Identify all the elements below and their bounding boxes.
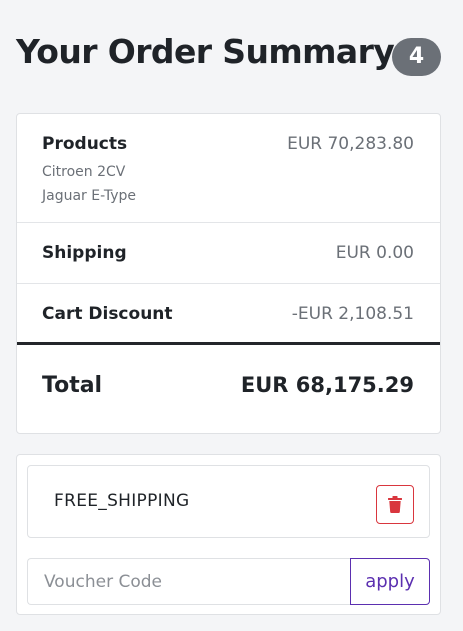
order-summary-card: Products EUR 70,283.80 Citroen 2CV Jagua…	[16, 113, 441, 434]
voucher-code-input[interactable]	[27, 558, 351, 605]
voucher-card: FREE_SHIPPING apply	[16, 454, 441, 615]
cart-discount-value: -EUR 2,108.51	[291, 304, 414, 324]
products-value: EUR 70,283.80	[287, 134, 414, 154]
total-value: EUR 68,175.29	[240, 373, 414, 397]
page-title: Your Order Summary	[16, 32, 395, 71]
item-count-badge: 4	[392, 38, 441, 76]
order-summary-header: Your Order Summary 4	[16, 30, 446, 78]
cart-discount-label: Cart Discount	[42, 304, 173, 324]
shipping-label: Shipping	[42, 243, 127, 263]
products-row: Products EUR 70,283.80 Citroen 2CV Jagua…	[17, 114, 440, 223]
product-item: Jaguar E-Type	[42, 188, 137, 204]
products-label: Products	[42, 134, 128, 154]
shipping-value: EUR 0.00	[335, 243, 414, 263]
remove-voucher-button[interactable]	[376, 485, 414, 524]
total-label: Total	[42, 373, 103, 398]
apply-voucher-button[interactable]: apply	[350, 558, 430, 605]
trash-icon	[388, 496, 402, 513]
shipping-row: Shipping EUR 0.00	[17, 223, 440, 284]
applied-voucher-code: FREE_SHIPPING	[54, 491, 190, 511]
applied-voucher: FREE_SHIPPING	[27, 465, 430, 538]
cart-discount-row: Cart Discount -EUR 2,108.51	[17, 284, 440, 345]
total-row: Total EUR 68,175.29	[17, 345, 440, 433]
voucher-form: apply	[27, 558, 430, 605]
product-item: Citroen 2CV	[42, 164, 126, 180]
